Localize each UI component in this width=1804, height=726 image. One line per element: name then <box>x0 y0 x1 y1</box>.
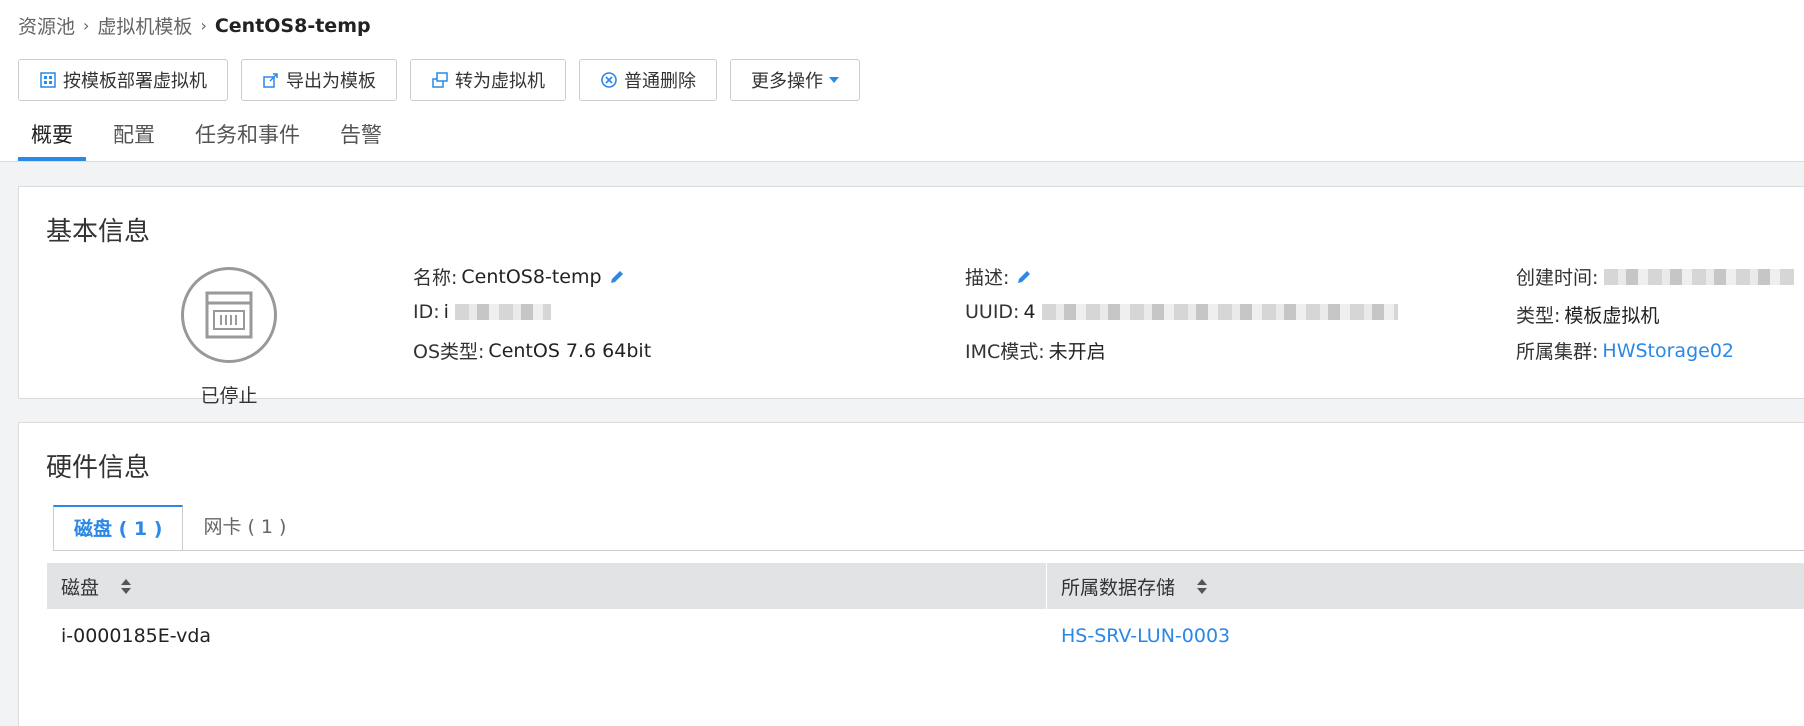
column-datastore-label: 所属数据存储 <box>1061 576 1176 599</box>
export-template-button[interactable]: 导出为模板 <box>241 59 397 101</box>
delete-button[interactable]: 普通删除 <box>579 59 717 101</box>
info-created: 创建时间: <box>1516 263 1795 290</box>
basic-info-title: 基本信息 <box>46 217 151 247</box>
breadcrumb: 资源池 › 虚拟机模板 › CentOS8-temp <box>18 12 371 39</box>
info-os: OS类型: CentOS 7.6 64bit <box>413 337 651 364</box>
info-type: 类型: 模板虚拟机 <box>1516 301 1659 328</box>
datastore-link[interactable]: HS-SRV-LUN-0003 <box>1061 625 1230 647</box>
id-label: ID: <box>413 301 440 323</box>
info-imc: IMC模式: 未开启 <box>965 337 1106 364</box>
deploy-vm-label: 按模板部署虚拟机 <box>63 71 207 92</box>
tab-tasks-events[interactable]: 任务和事件 <box>182 116 313 161</box>
tab-alarms[interactable]: 告警 <box>327 116 395 161</box>
subtab-disks[interactable]: 磁盘 ( 1 ) <box>53 505 184 551</box>
deploy-vm-button[interactable]: 按模板部署虚拟机 <box>18 59 228 101</box>
chevron-right-icon: › <box>83 16 90 35</box>
name-label: 名称: <box>413 267 458 289</box>
basic-info-panel: 基本信息 已停止 名称: CentOS8-temp ID: i OS类型: Ce… <box>18 186 1804 407</box>
convert-vm-button[interactable]: 转为虚拟机 <box>410 59 566 101</box>
more-actions-label: 更多操作 <box>751 71 823 92</box>
caret-down-icon <box>829 77 839 83</box>
subtab-divider <box>53 550 1804 551</box>
imc-label: IMC模式: <box>965 341 1045 363</box>
content-area: 基本信息 已停止 名称: CentOS8-temp ID: i OS类型: Ce… <box>0 162 1804 726</box>
disk-name-cell: i-0000185E-vda <box>61 625 212 647</box>
subtab-nics[interactable]: 网卡 ( 1 ) <box>183 505 306 551</box>
column-disk[interactable]: 磁盘 <box>47 563 1047 609</box>
export-icon <box>262 71 280 89</box>
export-template-label: 导出为模板 <box>286 71 376 92</box>
convert-icon <box>431 71 449 89</box>
top-bar: 资源池 › 虚拟机模板 › CentOS8-temp 按模板部署虚拟机 导出为模… <box>0 0 1804 162</box>
created-label: 创建时间: <box>1516 267 1599 289</box>
created-redacted <box>1604 268 1795 285</box>
disk-table: 磁盘 所属数据存储 i-0000185E-vda HS-SRV-LUN-0003 <box>47 563 1804 663</box>
desc-label: 描述: <box>965 267 1010 289</box>
edit-description-pencil-icon[interactable] <box>1015 268 1033 286</box>
delete-label: 普通删除 <box>624 71 696 92</box>
info-id: ID: i <box>413 301 551 323</box>
id-redacted <box>454 304 551 320</box>
close-circle-icon <box>600 71 618 89</box>
os-value: CentOS 7.6 64bit <box>488 339 652 362</box>
vm-status: 已停止 <box>181 267 277 408</box>
vm-template-icon <box>181 267 277 363</box>
edit-name-pencil-icon[interactable] <box>608 268 626 286</box>
column-disk-label: 磁盘 <box>61 576 100 599</box>
info-description: 描述: <box>965 263 1033 290</box>
type-label: 类型: <box>1516 305 1561 327</box>
cluster-link[interactable]: HWStorage02 <box>1602 340 1734 362</box>
name-value: CentOS8-temp <box>461 265 602 288</box>
os-label: OS类型: <box>413 341 485 363</box>
imc-value: 未开启 <box>1048 341 1106 363</box>
hardware-info-title: 硬件信息 <box>46 453 151 483</box>
hardware-subtabs: 磁盘 ( 1 ) 网卡 ( 1 ) <box>53 505 306 551</box>
uuid-redacted <box>1041 304 1398 320</box>
chevron-right-icon: › <box>200 16 207 35</box>
breadcrumb-current: CentOS8-temp <box>214 14 371 37</box>
vm-status-label: 已停止 <box>200 385 258 407</box>
info-name: 名称: CentOS8-temp <box>413 263 626 290</box>
info-uuid: UUID: 4 <box>965 301 1398 323</box>
type-value: 模板虚拟机 <box>1564 305 1660 327</box>
info-cluster: 所属集群: HWStorage02 <box>1516 337 1734 364</box>
more-actions-dropdown[interactable]: 更多操作 <box>730 59 860 101</box>
hardware-info-panel: 硬件信息 磁盘 ( 1 ) 网卡 ( 1 ) 磁盘 所属数据存储 i-00001… <box>18 422 1804 726</box>
breadcrumb-resource-pool[interactable]: 资源池 <box>18 12 75 39</box>
id-value: i <box>443 301 449 323</box>
main-tabs: 概要 配置 任务和事件 告警 <box>18 116 409 161</box>
tab-overview[interactable]: 概要 <box>18 116 86 161</box>
uuid-label: UUID: <box>965 301 1020 323</box>
table-header: 磁盘 所属数据存储 <box>47 563 1804 609</box>
cluster-label: 所属集群: <box>1516 341 1599 363</box>
convert-vm-label: 转为虚拟机 <box>455 71 545 92</box>
sort-icon[interactable] <box>1197 578 1208 594</box>
sort-icon[interactable] <box>121 578 132 594</box>
template-grid-icon <box>39 71 57 89</box>
tab-config[interactable]: 配置 <box>100 116 168 161</box>
uuid-value: 4 <box>1023 301 1036 323</box>
toolbar: 按模板部署虚拟机 导出为模板 转为虚拟机 普通删除 更多操作 <box>18 59 860 101</box>
column-datastore[interactable]: 所属数据存储 <box>1047 563 1804 609</box>
table-row: i-0000185E-vda HS-SRV-LUN-0003 <box>47 609 1804 663</box>
datastore-cell: HS-SRV-LUN-0003 <box>1047 609 1804 663</box>
breadcrumb-vm-templates[interactable]: 虚拟机模板 <box>97 12 192 39</box>
